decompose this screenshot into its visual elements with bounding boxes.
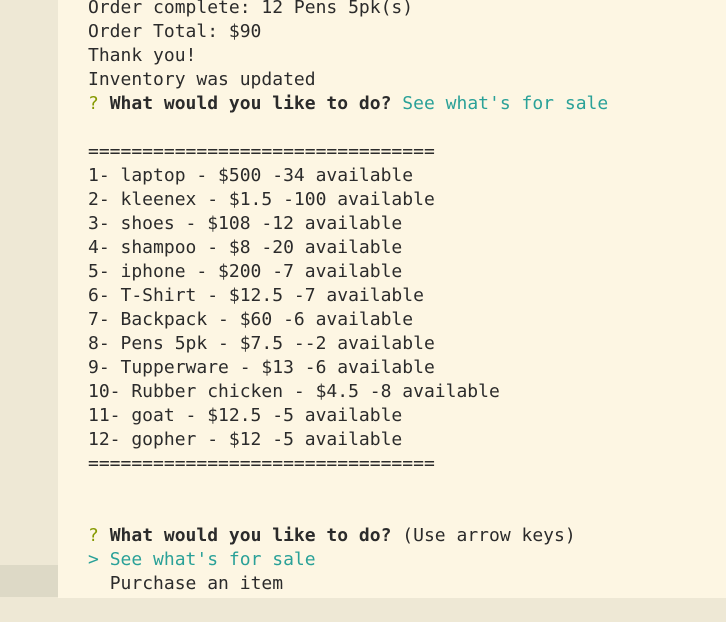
terminal-lines: Order complete: 12 Pens 5pk(s) Order Tot… [88, 0, 608, 596]
gutter-highlight [0, 565, 58, 597]
prompt-line-current: ? What would you like to do? (Use arrow … [88, 524, 608, 548]
prompt-question: What would you like to do? [109, 525, 392, 546]
prompt-hint: (Use arrow keys) [402, 525, 576, 546]
inventory-item: 6- T-Shirt - $12.5 -7 available [88, 285, 424, 306]
choice-label: Purchase an item [109, 573, 284, 594]
inventory-updated-line: Inventory was updated [88, 69, 316, 90]
order-complete-line: Order complete: 12 Pens 5pk(s) [88, 0, 414, 18]
question-mark-icon: ? [88, 93, 99, 114]
separator-bottom: ================================ [88, 453, 435, 474]
question-mark-icon: ? [88, 525, 99, 546]
prompt-answer: See what's for sale [402, 93, 609, 114]
inventory-item: 9- Tupperware - $13 -6 available [88, 357, 435, 378]
prompt-line-previous: ? What would you like to do? See what's … [88, 92, 608, 116]
inventory-item: 5- iphone - $200 -7 available [88, 261, 403, 282]
left-gutter [0, 0, 58, 598]
thank-you-line: Thank you! [88, 45, 197, 66]
terminal-output: Order complete: 12 Pens 5pk(s) Order Tot… [58, 0, 726, 598]
menu-choice-selected[interactable]: > See what's for sale [88, 548, 608, 572]
inventory-item: 10- Rubber chicken - $4.5 -8 available [88, 381, 500, 402]
inventory-item: 1- laptop - $500 -34 available [88, 165, 414, 186]
inventory-item: 7- Backpack - $60 -6 available [88, 309, 414, 330]
inventory-item: 4- shampoo - $8 -20 available [88, 237, 403, 258]
inventory-item: 3- shoes - $108 -12 available [88, 213, 403, 234]
choice-label: See what's for sale [109, 549, 316, 570]
bottom-bar [0, 598, 726, 622]
inventory-item: 12- gopher - $12 -5 available [88, 429, 403, 450]
prompt-question: What would you like to do? [109, 93, 392, 114]
inventory-item: 11- goat - $12.5 -5 available [88, 405, 403, 426]
inventory-item: 8- Pens 5pk - $7.5 --2 available [88, 333, 435, 354]
pointer-icon: > [88, 549, 99, 570]
separator-top: ================================ [88, 141, 435, 162]
menu-choice[interactable]: Purchase an item [88, 572, 608, 596]
inventory-item: 2- kleenex - $1.5 -100 available [88, 189, 435, 210]
order-total-line: Order Total: $90 [88, 21, 262, 42]
